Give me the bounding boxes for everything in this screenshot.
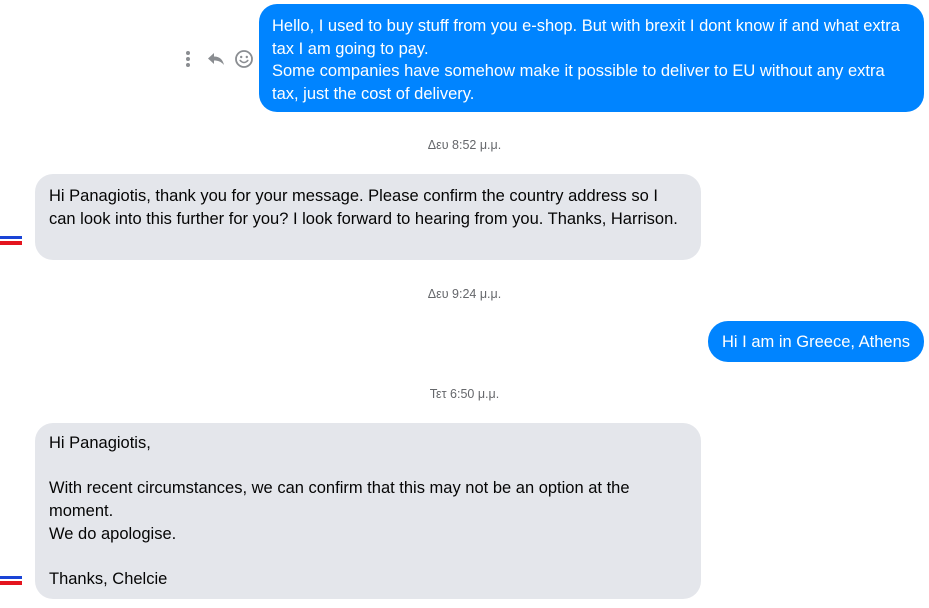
incoming-message[interactable]: Hi Panagiotis, thank you for your messag… [35,174,701,260]
message-timestamp: Δευ 8:52 μ.μ. [427,138,502,152]
message-timestamp: Δευ 9:24 μ.μ. [427,287,502,301]
outgoing-message[interactable]: Hi I am in Greece, Athens [708,321,924,362]
sender-avatar-flag[interactable] [0,576,22,586]
more-options-icon[interactable] [176,47,200,71]
incoming-message[interactable]: Hi Panagiotis, With recent circumstances… [35,423,701,599]
sender-avatar-flag[interactable] [0,236,22,246]
message-timestamp: Τετ 6:50 μ.μ. [429,387,500,401]
outgoing-message[interactable]: Hello, I used to buy stuff from you e-sh… [259,4,924,112]
message-actions [176,46,260,72]
reply-icon[interactable] [204,47,228,71]
react-emoji-icon[interactable] [232,47,256,71]
